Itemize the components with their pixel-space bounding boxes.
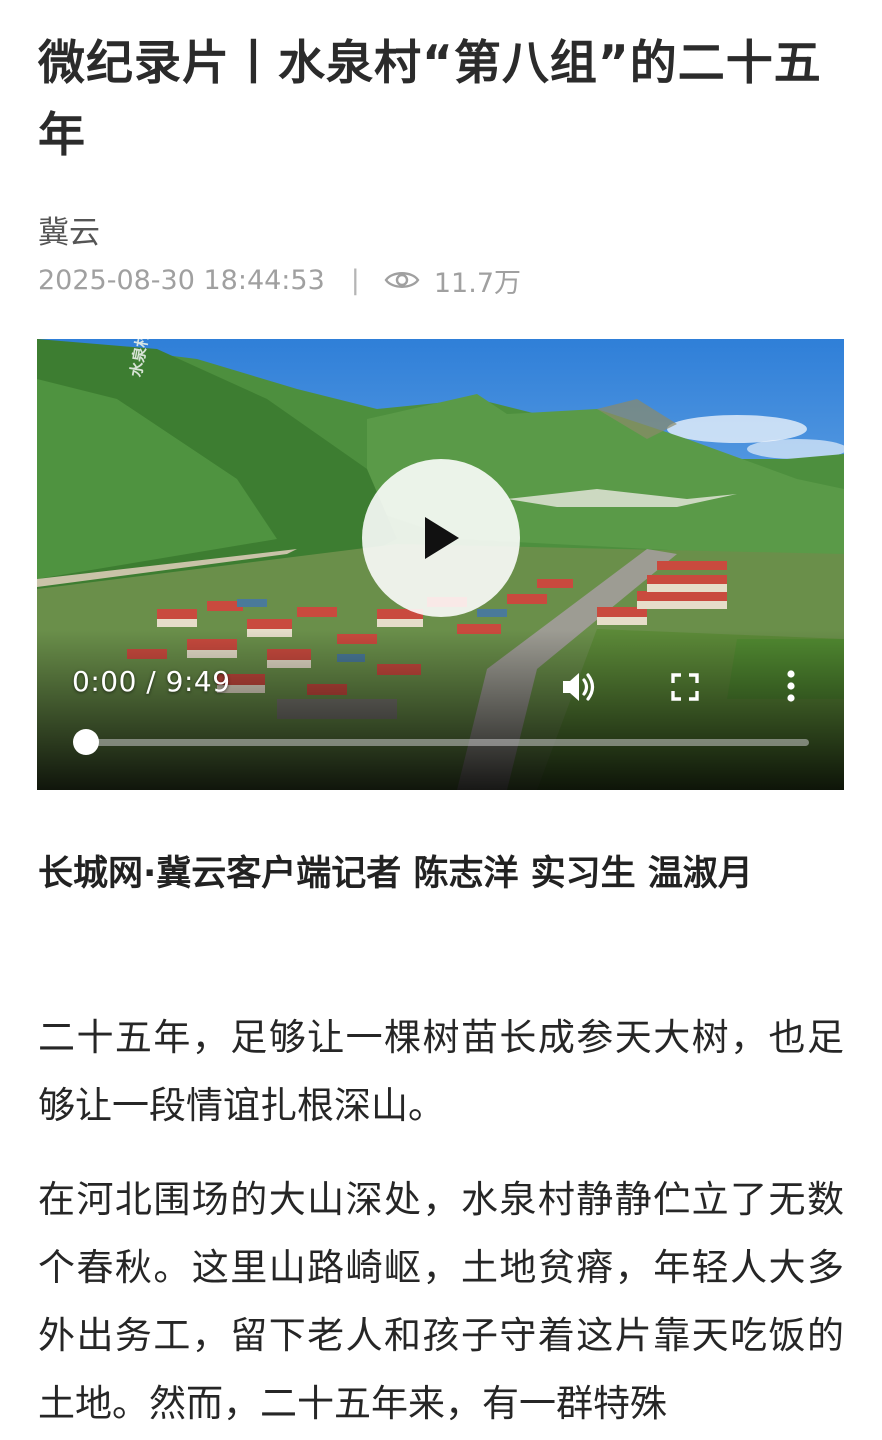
fullscreen-icon[interactable] (665, 667, 705, 707)
current-time: 0:00 (72, 665, 137, 698)
eye-icon (384, 268, 420, 292)
article-source[interactable]: 冀云 (38, 212, 100, 254)
article-page: 微纪录片丨水泉村“第八组”的二十五年 冀云 2025-08-30 18:44:5… (0, 0, 882, 1440)
play-button[interactable] (362, 459, 520, 617)
volume-icon[interactable] (559, 667, 599, 707)
duration: 9:49 (165, 665, 231, 698)
progress-knob[interactable] (73, 729, 99, 755)
article-byline: 长城网·冀云客户端记者 陈志洋 实习生 温淑月 (38, 854, 753, 894)
more-vertical-icon[interactable] (771, 667, 811, 707)
article-meta: 2025-08-30 18:44:53 | 11.7万 (38, 260, 521, 300)
video-player[interactable]: 水泉村 0:00 / 9:49 (37, 339, 844, 790)
article-paragraph: 在河北围场的大山深处，水泉村静静伫立了无数个春秋。这里山路崎岖，土地贫瘠，年轻人… (38, 1178, 844, 1425)
progress-bar[interactable] (85, 739, 809, 746)
video-time: 0:00 / 9:49 (72, 665, 231, 698)
view-count: 11.7万 (433, 267, 521, 299)
play-icon (425, 517, 459, 559)
time-separator: / (136, 665, 166, 698)
article-title: 微纪录片丨水泉村“第八组”的二十五年 (38, 36, 822, 163)
meta-separator: | (350, 264, 360, 296)
publish-datetime: 2025-08-30 18:44:53 (38, 264, 325, 296)
article-paragraph: 二十五年，足够让一棵树苗长成参天大树，也足够让一段情谊扎根深山。 (38, 1016, 844, 1127)
